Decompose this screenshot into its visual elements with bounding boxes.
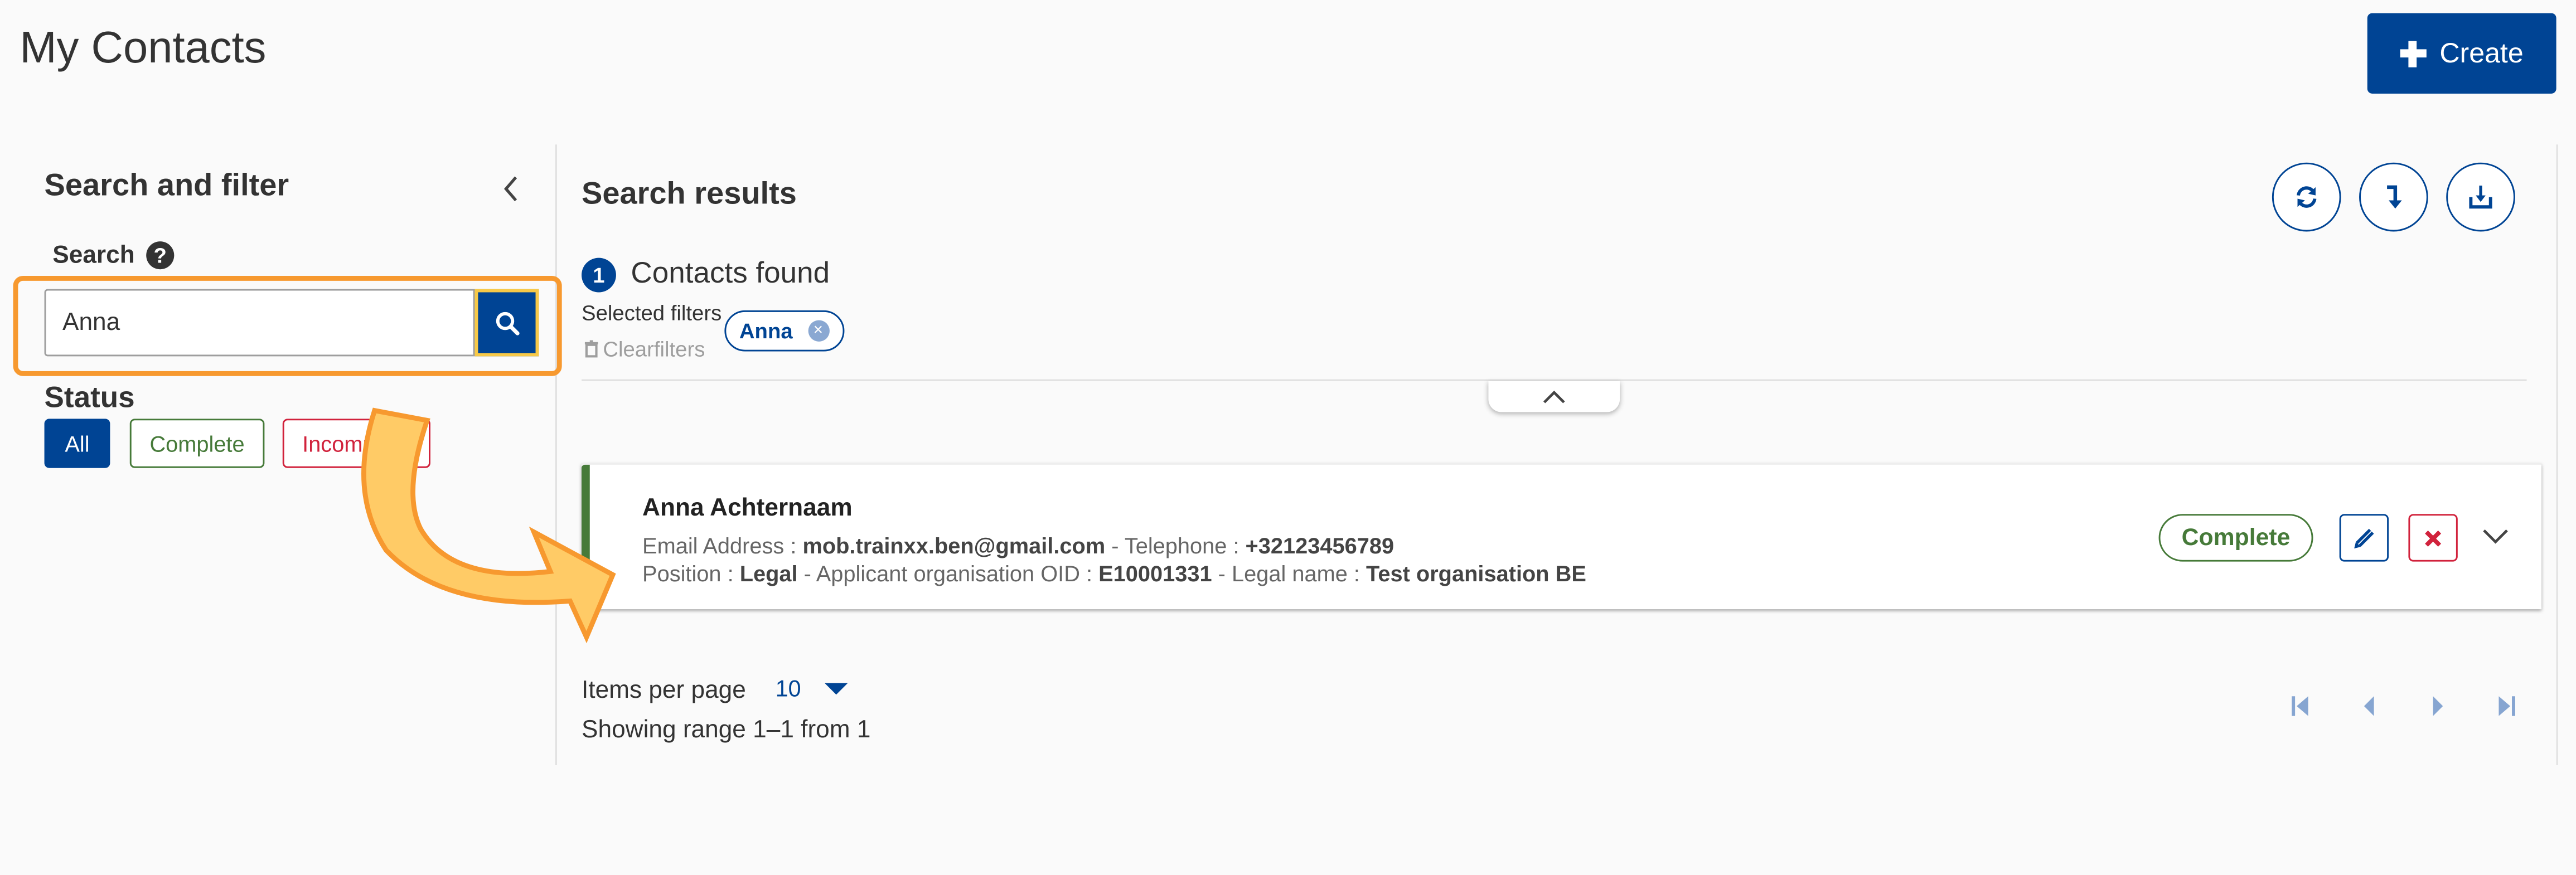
previous-page-icon bbox=[2364, 696, 2374, 716]
clear-filters-link[interactable]: Clearfilters bbox=[583, 337, 705, 361]
pencil-icon bbox=[2354, 528, 2374, 548]
status-badge: Complete bbox=[2158, 514, 2313, 562]
search-icon bbox=[495, 311, 519, 335]
search-input[interactable] bbox=[44, 289, 475, 357]
position-label: Position : bbox=[642, 561, 740, 586]
refresh-icon bbox=[2297, 186, 2317, 208]
search-label: Search bbox=[52, 241, 135, 270]
page-title: My Contacts bbox=[20, 23, 267, 72]
items-per-page-label: Items per page bbox=[582, 676, 746, 705]
last-page-icon bbox=[2498, 696, 2515, 716]
items-per-page-select[interactable]: 10 bbox=[775, 674, 848, 702]
contact-details-line-1: Email Address : mob.trainxx.ben@gmail.co… bbox=[642, 534, 1394, 558]
panel-divider bbox=[555, 144, 557, 766]
status-label: Status bbox=[44, 381, 135, 414]
refresh-button[interactable] bbox=[2272, 162, 2341, 232]
oid-value: E10001331 bbox=[1098, 561, 1212, 586]
chevron-down-icon bbox=[2483, 529, 2508, 544]
previous-page-button[interactable] bbox=[2354, 691, 2384, 721]
search-button[interactable] bbox=[474, 289, 539, 357]
contact-card: Anna Achternaam Email Address : mob.trai… bbox=[582, 463, 2542, 610]
next-page-button[interactable] bbox=[2423, 691, 2453, 721]
download-icon bbox=[2469, 185, 2492, 209]
chevron-left-icon bbox=[503, 176, 517, 202]
legal-name-value: Test organisation BE bbox=[1366, 561, 1586, 586]
email-value: mob.trainxx.ben@gmail.com bbox=[802, 533, 1106, 558]
last-page-button[interactable] bbox=[2492, 691, 2522, 721]
close-icon bbox=[2425, 529, 2442, 546]
first-page-button[interactable] bbox=[2285, 691, 2314, 721]
status-filter-incomplete[interactable]: Incomplete bbox=[282, 419, 430, 468]
collapse-filters-toggle[interactable] bbox=[1488, 381, 1620, 412]
export-button[interactable] bbox=[2446, 162, 2515, 232]
results-count-badge: 1 bbox=[582, 257, 616, 293]
telephone-value: +32123456789 bbox=[1245, 533, 1394, 558]
filter-chip: Anna × bbox=[724, 310, 845, 352]
results-title: Search results bbox=[582, 177, 797, 212]
contact-details-line-2: Position : Legal - Applicant organisatio… bbox=[642, 562, 1586, 586]
email-label: Email Address : bbox=[642, 533, 803, 558]
telephone-label: - Telephone : bbox=[1105, 533, 1246, 558]
range-text: Showing range 1–1 from 1 bbox=[582, 716, 871, 744]
results-count-label: Contacts found bbox=[631, 256, 830, 289]
delete-button[interactable] bbox=[2408, 514, 2458, 562]
legal-name-label: - Legal name : bbox=[1212, 561, 1367, 586]
filter-chip-label: Anna bbox=[739, 318, 793, 343]
collapse-sidebar-button[interactable] bbox=[500, 174, 522, 203]
sidebar-title: Search and filter bbox=[44, 169, 289, 204]
sort-button[interactable] bbox=[2359, 162, 2428, 232]
items-per-page-value: 10 bbox=[775, 674, 801, 702]
oid-label: - Applicant organisation OID : bbox=[797, 561, 1099, 586]
edit-button[interactable] bbox=[2339, 514, 2389, 562]
help-icon[interactable]: ? bbox=[146, 241, 175, 270]
caret-down-icon bbox=[824, 682, 848, 694]
chevron-up-icon bbox=[1543, 390, 1565, 403]
contact-name: Anna Achternaam bbox=[642, 494, 853, 522]
selected-filters-label: Selected filters bbox=[582, 300, 722, 325]
status-filter-all[interactable]: All bbox=[44, 419, 110, 468]
remove-filter-icon[interactable]: × bbox=[807, 320, 829, 342]
sort-icon bbox=[2387, 185, 2402, 209]
create-button-label: Create bbox=[2439, 37, 2524, 69]
plus-icon bbox=[2400, 40, 2427, 67]
first-page-icon bbox=[2292, 696, 2308, 716]
expand-contact-button[interactable] bbox=[2481, 521, 2510, 550]
status-filter-complete[interactable]: Complete bbox=[129, 419, 265, 468]
panel-right-border bbox=[2556, 144, 2558, 766]
status-indicator-bar bbox=[582, 464, 590, 610]
clear-filters-label: Clearfilters bbox=[603, 337, 705, 362]
next-page-icon bbox=[2433, 696, 2443, 716]
create-button[interactable]: Create bbox=[2367, 13, 2556, 94]
position-value: Legal bbox=[739, 561, 798, 586]
trash-icon bbox=[584, 340, 598, 358]
page: My Contacts Create Search and filter Sea… bbox=[0, 0, 2576, 875]
